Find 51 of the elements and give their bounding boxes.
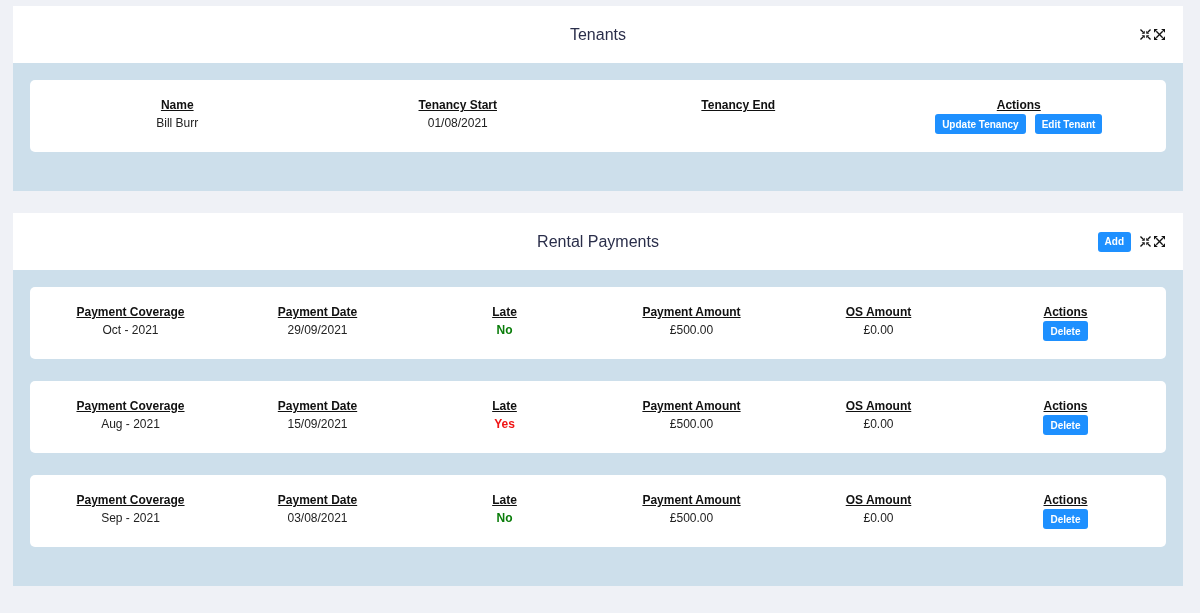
field-label: Payment Amount bbox=[642, 304, 741, 321]
field-label: Late bbox=[492, 304, 517, 321]
field-label: Payment Date bbox=[277, 398, 358, 415]
field-value: 03/08/2021 bbox=[287, 510, 348, 527]
add-button[interactable]: Add bbox=[1097, 231, 1131, 252]
field-value: 15/09/2021 bbox=[287, 416, 348, 433]
field-label: Actions bbox=[996, 97, 1041, 114]
panel-title: Rental Payments bbox=[537, 232, 659, 251]
field-value: £500.00 bbox=[669, 416, 714, 433]
field-value: Sep - 2021 bbox=[101, 510, 160, 527]
action-button[interactable]: Delete bbox=[1043, 321, 1088, 341]
field-label: Payment Date bbox=[277, 492, 358, 509]
field-value: £500.00 bbox=[669, 510, 714, 527]
status-value: No bbox=[496, 510, 513, 527]
field-label: Name bbox=[160, 97, 194, 114]
field-label: OS Amount bbox=[845, 492, 912, 509]
field-label: Payment Amount bbox=[642, 398, 741, 415]
action-button[interactable]: Update Tenancy bbox=[935, 114, 1026, 134]
field-label: Late bbox=[492, 492, 517, 509]
field-value: Oct - 2021 bbox=[102, 322, 159, 339]
field-label: Payment Date bbox=[277, 304, 358, 321]
field-label: Payment Coverage bbox=[76, 398, 185, 415]
field-label: Actions bbox=[1043, 304, 1088, 321]
field-label: Actions bbox=[1043, 398, 1088, 415]
arrows-in-icon[interactable] bbox=[1140, 29, 1151, 40]
field-value: £0.00 bbox=[863, 416, 894, 433]
field-label: Payment Coverage bbox=[76, 304, 185, 321]
field-value: 29/09/2021 bbox=[287, 322, 348, 339]
field-label: Payment Amount bbox=[642, 492, 741, 509]
field-value: 01/08/2021 bbox=[427, 115, 488, 132]
panel-title: Tenants bbox=[569, 25, 626, 44]
field-value: £500.00 bbox=[669, 322, 714, 339]
field-label: Late bbox=[492, 398, 517, 415]
status-value: No bbox=[496, 322, 513, 339]
arrows-in-icon[interactable] bbox=[1140, 236, 1151, 247]
field-value: £0.00 bbox=[863, 510, 894, 527]
field-value: Bill Burr bbox=[156, 115, 199, 132]
field-label: Actions bbox=[1043, 492, 1088, 509]
arrows-out-icon[interactable] bbox=[1154, 236, 1165, 247]
action-button[interactable]: Delete bbox=[1043, 415, 1088, 435]
status-value: Yes bbox=[494, 416, 515, 433]
arrows-out-icon[interactable] bbox=[1154, 29, 1165, 40]
field-label: OS Amount bbox=[845, 304, 912, 321]
field-value: Aug - 2021 bbox=[101, 416, 160, 433]
action-button[interactable]: Delete bbox=[1043, 509, 1088, 529]
field-label: Tenancy Start bbox=[418, 97, 497, 114]
action-button[interactable]: Edit Tenant bbox=[1034, 114, 1103, 134]
field-label: OS Amount bbox=[845, 398, 912, 415]
field-label: Payment Coverage bbox=[76, 492, 185, 509]
field-label: Tenancy End bbox=[701, 97, 776, 114]
field-value: £0.00 bbox=[863, 322, 894, 339]
